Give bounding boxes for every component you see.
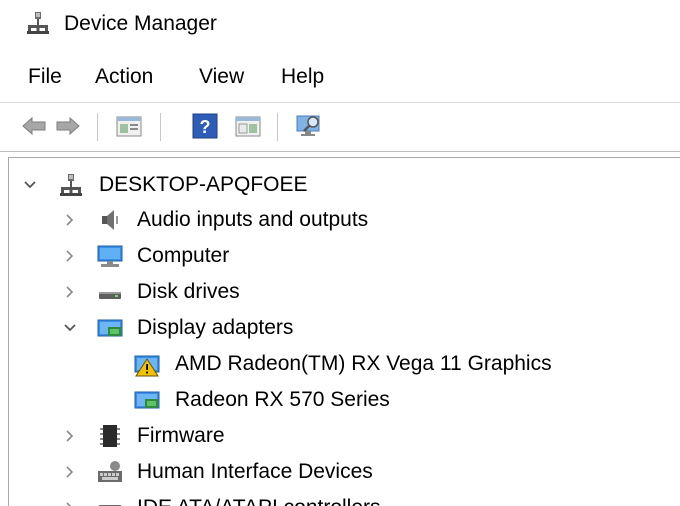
device-manager-icon bbox=[27, 12, 49, 34]
device-tree: DESKTOP-APQFOEE Audio inputs and outputs… bbox=[8, 157, 680, 506]
menu-view[interactable]: View bbox=[199, 65, 244, 89]
tree-root[interactable]: DESKTOP-APQFOEE bbox=[9, 168, 669, 202]
tree-item-display-adapters[interactable]: Display adapters bbox=[9, 311, 669, 345]
chevron-right-icon[interactable] bbox=[63, 285, 77, 299]
tree-item-amd-vega-11[interactable]: AMD Radeon(TM) RX Vega 11 Graphics bbox=[9, 347, 669, 381]
tree-item-label: Firmware bbox=[137, 424, 225, 447]
chevron-right-icon[interactable] bbox=[63, 213, 77, 227]
speaker-icon bbox=[102, 210, 118, 230]
chevron-down-icon[interactable] bbox=[63, 321, 77, 335]
toolbar-separator bbox=[97, 113, 98, 141]
tree-item-audio[interactable]: Audio inputs and outputs bbox=[9, 203, 669, 237]
tree-item-label: Disk drives bbox=[137, 280, 240, 303]
computer-network-icon bbox=[60, 174, 82, 196]
chevron-right-icon[interactable] bbox=[63, 429, 77, 443]
menu-help[interactable]: Help bbox=[281, 65, 324, 89]
chevron-right-icon[interactable] bbox=[63, 501, 77, 506]
toolbar-separator bbox=[277, 113, 278, 141]
tree-item-label: Radeon RX 570 Series bbox=[175, 388, 390, 411]
tree-item-firmware[interactable]: Firmware bbox=[9, 419, 669, 453]
toolbar: ? bbox=[0, 102, 680, 152]
display-adapter-warning-icon bbox=[134, 355, 160, 377]
back-arrow-icon[interactable] bbox=[20, 112, 48, 140]
tree-item-label: Display adapters bbox=[137, 316, 294, 339]
menu-file[interactable]: File bbox=[28, 65, 62, 89]
help-icon[interactable]: ? bbox=[191, 112, 219, 140]
chevron-right-icon[interactable] bbox=[63, 465, 77, 479]
monitor-icon bbox=[97, 245, 123, 267]
tree-item-label: Audio inputs and outputs bbox=[137, 208, 369, 231]
display-adapter-icon bbox=[134, 391, 160, 409]
properties-icon[interactable] bbox=[115, 112, 143, 140]
update-driver-icon[interactable] bbox=[234, 112, 262, 140]
tree-item-ide-controllers[interactable]: IDE ATA/ATAPI controllers bbox=[9, 491, 669, 506]
chevron-down-icon[interactable] bbox=[23, 178, 37, 192]
svg-text:?: ? bbox=[200, 117, 211, 137]
tree-item-label: Human Interface Devices bbox=[137, 460, 373, 483]
menu-bar: File Action View Help bbox=[0, 58, 680, 98]
window-title: Device Manager bbox=[64, 12, 217, 35]
menu-action[interactable]: Action bbox=[95, 65, 153, 89]
tree-item-label: AMD Radeon(TM) RX Vega 11 Graphics bbox=[175, 352, 552, 375]
tree-item-label: Computer bbox=[137, 244, 230, 267]
hid-icon bbox=[98, 461, 122, 482]
chevron-right-icon[interactable] bbox=[63, 249, 77, 263]
ide-controller-icon bbox=[99, 505, 121, 506]
tree-item-computer[interactable]: Computer bbox=[9, 239, 669, 273]
disk-drive-icon bbox=[99, 292, 121, 299]
title-bar: Device Manager bbox=[0, 0, 680, 52]
display-adapter-icon bbox=[97, 319, 123, 337]
tree-root-label: DESKTOP-APQFOEE bbox=[99, 173, 308, 196]
scan-hardware-icon[interactable] bbox=[295, 112, 323, 140]
tree-item-radeon-rx-570[interactable]: Radeon RX 570 Series bbox=[9, 383, 669, 417]
forward-arrow-icon[interactable] bbox=[54, 112, 82, 140]
firmware-chip-icon bbox=[100, 425, 120, 447]
toolbar-separator bbox=[160, 113, 161, 141]
tree-item-hid[interactable]: Human Interface Devices bbox=[9, 455, 669, 489]
tree-item-disk-drives[interactable]: Disk drives bbox=[9, 275, 669, 309]
